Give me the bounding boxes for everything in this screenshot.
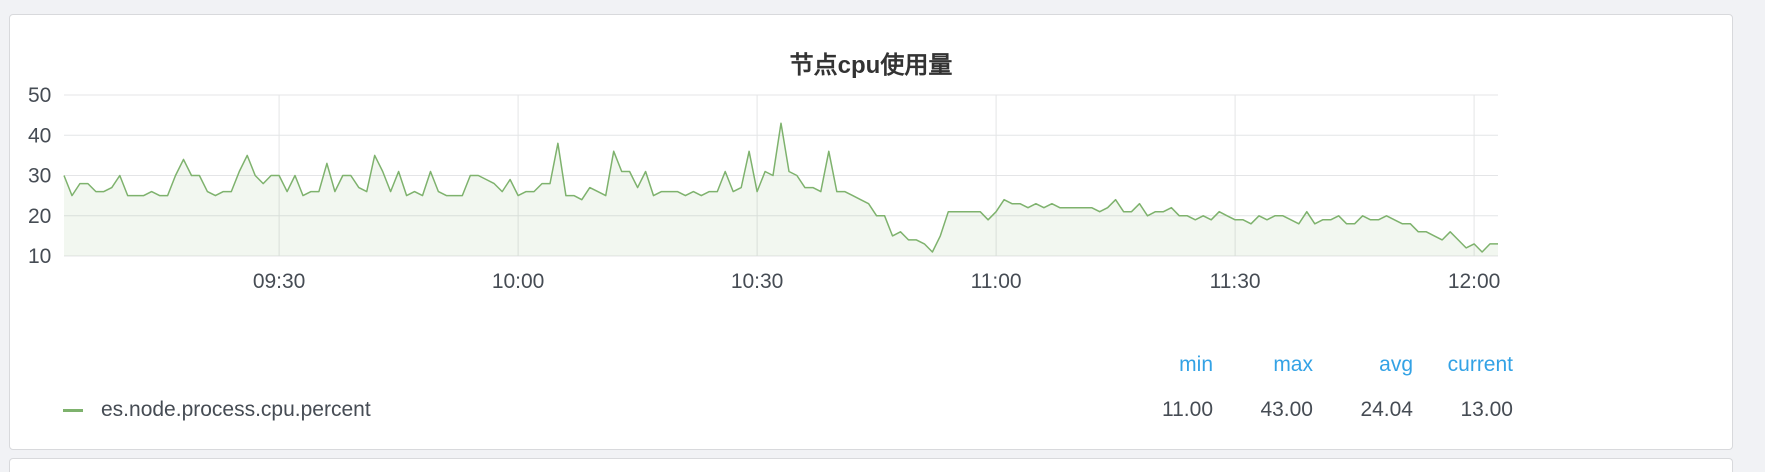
legend-series-swatch[interactable] <box>63 409 83 412</box>
legend-value-min: 11.00 <box>1162 398 1213 421</box>
y-tick-label: 40 <box>28 124 51 147</box>
next-panel-edge <box>9 458 1733 472</box>
legend-header-current[interactable]: current <box>1413 353 1513 377</box>
chart-panel: 节点cpu使用量 10 20 30 40 50 09:30 10:00 10:30 11:00… <box>9 14 1733 450</box>
legend-value-max: 43.00 <box>1260 398 1313 421</box>
x-axis: 09:30 10:00 10:30 11:00 11:30 12:00 <box>253 270 1501 293</box>
x-tick-label: 11:00 <box>971 270 1022 293</box>
y-axis: 10 20 30 40 50 <box>28 84 51 268</box>
y-tick-label: 50 <box>28 84 51 107</box>
y-tick-label: 10 <box>28 245 51 268</box>
x-tick-label: 10:30 <box>731 270 784 293</box>
chart-svg: 10 20 30 40 50 09:30 10:00 10:30 11:00 11:30 12:0… <box>28 84 1501 293</box>
legend-header-avg[interactable]: avg <box>1313 353 1413 377</box>
x-tick-label: 09:30 <box>253 270 306 293</box>
y-tick-label: 30 <box>28 165 51 188</box>
x-tick-label: 12:00 <box>1448 270 1501 293</box>
legend-value-avg: 24.04 <box>1360 398 1413 421</box>
x-tick-label: 11:30 <box>1210 270 1261 293</box>
legend-value-current: 13.00 <box>1460 398 1513 421</box>
legend-header-max[interactable]: max <box>1213 353 1313 377</box>
legend-series-name[interactable]: es.node.process.cpu.percent <box>101 398 371 422</box>
x-tick-label: 10:00 <box>492 270 545 293</box>
y-tick-label: 20 <box>28 205 51 228</box>
legend-header-min[interactable]: min <box>1113 353 1213 377</box>
